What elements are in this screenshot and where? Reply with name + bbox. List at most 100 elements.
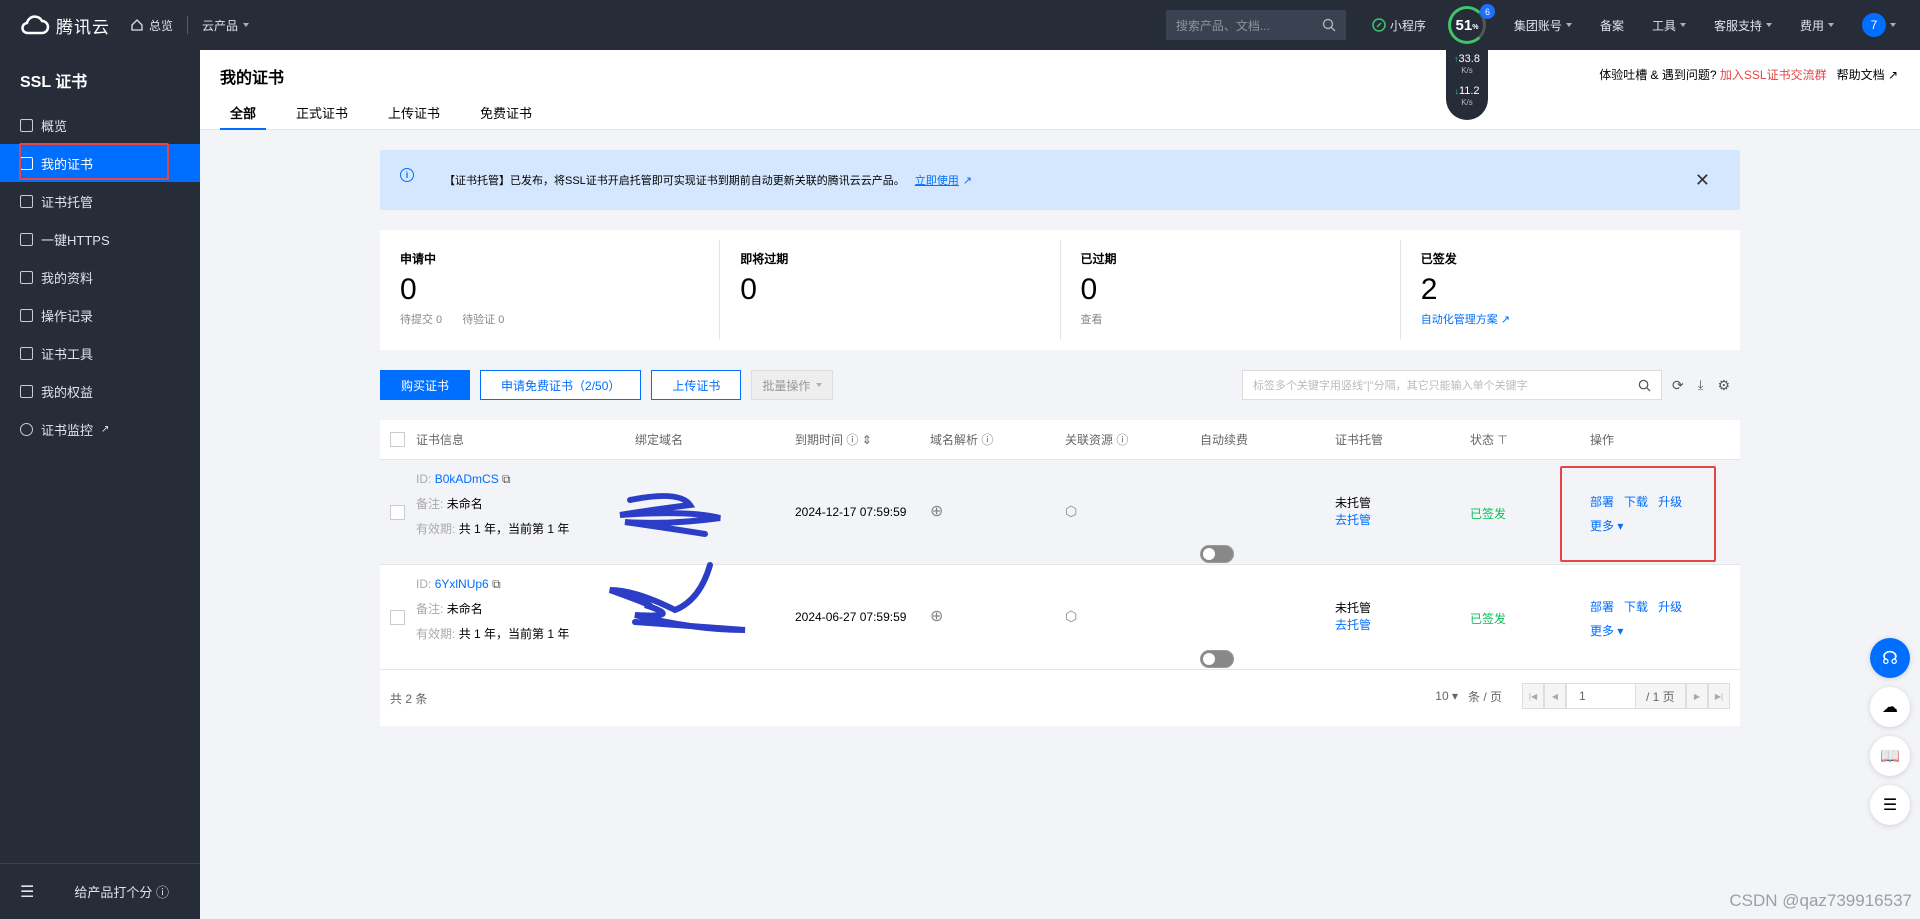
page-size-select[interactable]: 10 ▾ (1435, 689, 1458, 703)
auto-renew-toggle[interactable] (1200, 545, 1234, 563)
hosting-value: 未托管 (1335, 496, 1372, 510)
mini-program-icon (1372, 18, 1386, 32)
sidebar-item-monitor[interactable]: 证书监控 ↗ (0, 410, 200, 448)
help-docs-label: 帮助文档 (1836, 68, 1885, 82)
more-label: 更多 (1590, 624, 1615, 638)
certificate-id-link[interactable]: B0kADmCS (435, 472, 499, 486)
prev-page-button[interactable]: ◀ (1544, 683, 1566, 709)
cube-icon[interactable]: ⬡ (1065, 503, 1077, 520)
notice-banner: i 【证书托管】已发布，将SSL证书开启托管即可实现证书到期前自动更新关联的腾讯… (380, 150, 1740, 210)
search-icon[interactable] (1638, 379, 1651, 392)
last-page-button[interactable]: ▶| (1708, 683, 1730, 709)
sidebar-item-logs[interactable]: 操作记录 (0, 296, 200, 334)
column-header: 状态 (1470, 433, 1495, 447)
go-hosting-link[interactable]: 去托管 (1335, 513, 1371, 527)
stat-label: 申请中 (400, 252, 437, 266)
view-expired-link[interactable]: 查看 (1081, 311, 1103, 327)
customer-service-button[interactable]: ☊ (1870, 638, 1910, 678)
buy-certificate-button[interactable]: 购买证书 (380, 370, 471, 400)
go-hosting-link[interactable]: 去托管 (1335, 618, 1371, 632)
page-size-value: 10 (1435, 689, 1449, 703)
column-header-status[interactable]: 状态 ⊤ (1470, 431, 1508, 448)
certificate-search-input[interactable]: 标签多个关键字用竖线"|"分隔，其它只能输入单个关键字 (1242, 370, 1662, 400)
automation-link[interactable]: 自动化管理方案 ↗ (1421, 311, 1510, 327)
help-docs-link[interactable]: 帮助文档 ↗ (1837, 66, 1898, 83)
sidebar-item-https[interactable]: 一键HTTPS (0, 220, 200, 258)
group-account-menu[interactable]: 集团账号 (1500, 17, 1586, 34)
account-menu[interactable]: 7 (1848, 13, 1920, 37)
first-page-button[interactable]: |◀ (1522, 683, 1544, 709)
globe-icon[interactable]: ⊕ (930, 501, 943, 521)
sort-icon[interactable]: ⇕ (862, 433, 872, 447)
list-button[interactable]: ☰ (1870, 785, 1910, 825)
global-search-input[interactable]: 搜索产品、文档... (1165, 10, 1346, 40)
billing-menu[interactable]: 费用 (1786, 17, 1848, 34)
sidebar-item-benefits[interactable]: 我的权益 (0, 372, 200, 410)
column-header-resources: 关联资源 ⓘ (1065, 431, 1128, 448)
page-header: 我的证书 全部 正式证书 上传证书 免费证书 体验吐槽 & 遇到问题? 加入SS… (200, 50, 1920, 130)
select-all-checkbox[interactable] (390, 432, 405, 447)
upgrade-link[interactable]: 升级 (1658, 600, 1682, 614)
sidebar-item-profile[interactable]: 我的资料 (0, 258, 200, 296)
network-speed-widget[interactable]: 51% 6 ↑33.8 K/s ↓11.2 K/s (1446, 4, 1495, 120)
hosting-status: 未托管 去托管 (1335, 600, 1371, 634)
next-page-button[interactable]: ▶ (1686, 683, 1708, 709)
search-placeholder: 搜索产品、文档... (1175, 18, 1270, 33)
remark-label: 备注: (416, 497, 444, 511)
tools-menu[interactable]: 工具 (1638, 17, 1700, 34)
upload-certificate-button[interactable]: 上传证书 (651, 370, 742, 400)
sidebar-item-label: 证书工具 (41, 346, 94, 362)
refresh-icon[interactable]: ⟳ (1672, 377, 1684, 394)
apply-free-certificate-button[interactable]: 申请免费证书（2/50） (480, 370, 642, 400)
copy-icon[interactable]: ⧉ (502, 472, 511, 486)
column-header-expire[interactable]: 到期时间 ⓘ ⇕ (795, 431, 872, 448)
certificate-id-link[interactable]: 6YxlNUp6 (435, 577, 489, 591)
batch-operation-button[interactable]: 批量操作 (751, 370, 834, 400)
search-icon[interactable] (1322, 18, 1336, 32)
cloud-assistant-button[interactable]: ☁ (1870, 687, 1910, 727)
id-label: ID: (416, 472, 432, 486)
sidebar-item-tools[interactable]: 证书工具 (0, 334, 200, 372)
collapse-menu-icon[interactable]: ☰ (20, 882, 34, 902)
nav-overview[interactable]: 总览 (116, 0, 187, 50)
page-total: / 1 页 (1636, 683, 1686, 709)
close-icon[interactable]: ✕ (1695, 170, 1710, 191)
brand-logo[interactable]: 腾讯云 (20, 13, 116, 38)
sidebar-item-label: 我的资料 (41, 270, 94, 286)
cube-icon[interactable]: ⬡ (1065, 608, 1077, 625)
mini-program-link[interactable]: 小程序 (1358, 17, 1440, 34)
stat-label: 已签发 (1420, 252, 1457, 266)
filter-icon[interactable]: ⊤ (1497, 433, 1507, 447)
auto-renew-toggle[interactable] (1200, 650, 1234, 668)
notice-link[interactable]: 立即使用 (915, 172, 959, 188)
upload-speed-unit: K/s (1461, 66, 1473, 75)
row-checkbox[interactable] (390, 505, 405, 520)
gear-icon[interactable]: ⚙ (1717, 377, 1730, 394)
join-group-link[interactable]: 加入SSL证书交流群 (1720, 68, 1827, 82)
tab-uploaded[interactable]: 上传证书 (378, 103, 450, 130)
download-icon[interactable]: ⤓ (1698, 377, 1704, 394)
row-checkbox[interactable] (390, 610, 405, 625)
tab-free[interactable]: 免费证书 (470, 103, 542, 130)
sidebar-item-overview[interactable]: 概览 (0, 106, 200, 144)
copy-icon[interactable]: ⧉ (492, 577, 501, 591)
tab-all[interactable]: 全部 (220, 103, 267, 130)
deploy-link[interactable]: 部署 (1590, 600, 1614, 614)
docs-button[interactable]: 📖 (1870, 736, 1910, 776)
feedback-text: 体验吐槽 & 遇到问题? 加入SSL证书交流群 (1599, 66, 1826, 83)
globe-icon[interactable]: ⊕ (930, 606, 943, 626)
annotation-highlight-sidebar (19, 143, 169, 180)
nav-products[interactable]: 云产品 (188, 0, 263, 50)
more-menu[interactable]: 更多 ▾ (1590, 624, 1623, 638)
page-input[interactable]: 1 (1566, 683, 1636, 709)
rate-product-link[interactable]: 给产品打个分 ⓘ (74, 882, 169, 901)
row-actions: 部署 下载 升级 更多 ▾ (1590, 595, 1682, 643)
sidebar-item-hosting[interactable]: 证书托管 (0, 182, 200, 220)
stat-expiring: 即将过期 0 (720, 240, 1061, 340)
download-link[interactable]: 下载 (1624, 600, 1648, 614)
support-menu[interactable]: 客服支持 (1700, 17, 1786, 34)
column-header: 到期时间 (795, 433, 844, 447)
tab-official[interactable]: 正式证书 (286, 103, 358, 130)
filing-link[interactable]: 备案 (1586, 17, 1638, 34)
upload-speed: ↑33.8 K/s (1446, 54, 1488, 76)
